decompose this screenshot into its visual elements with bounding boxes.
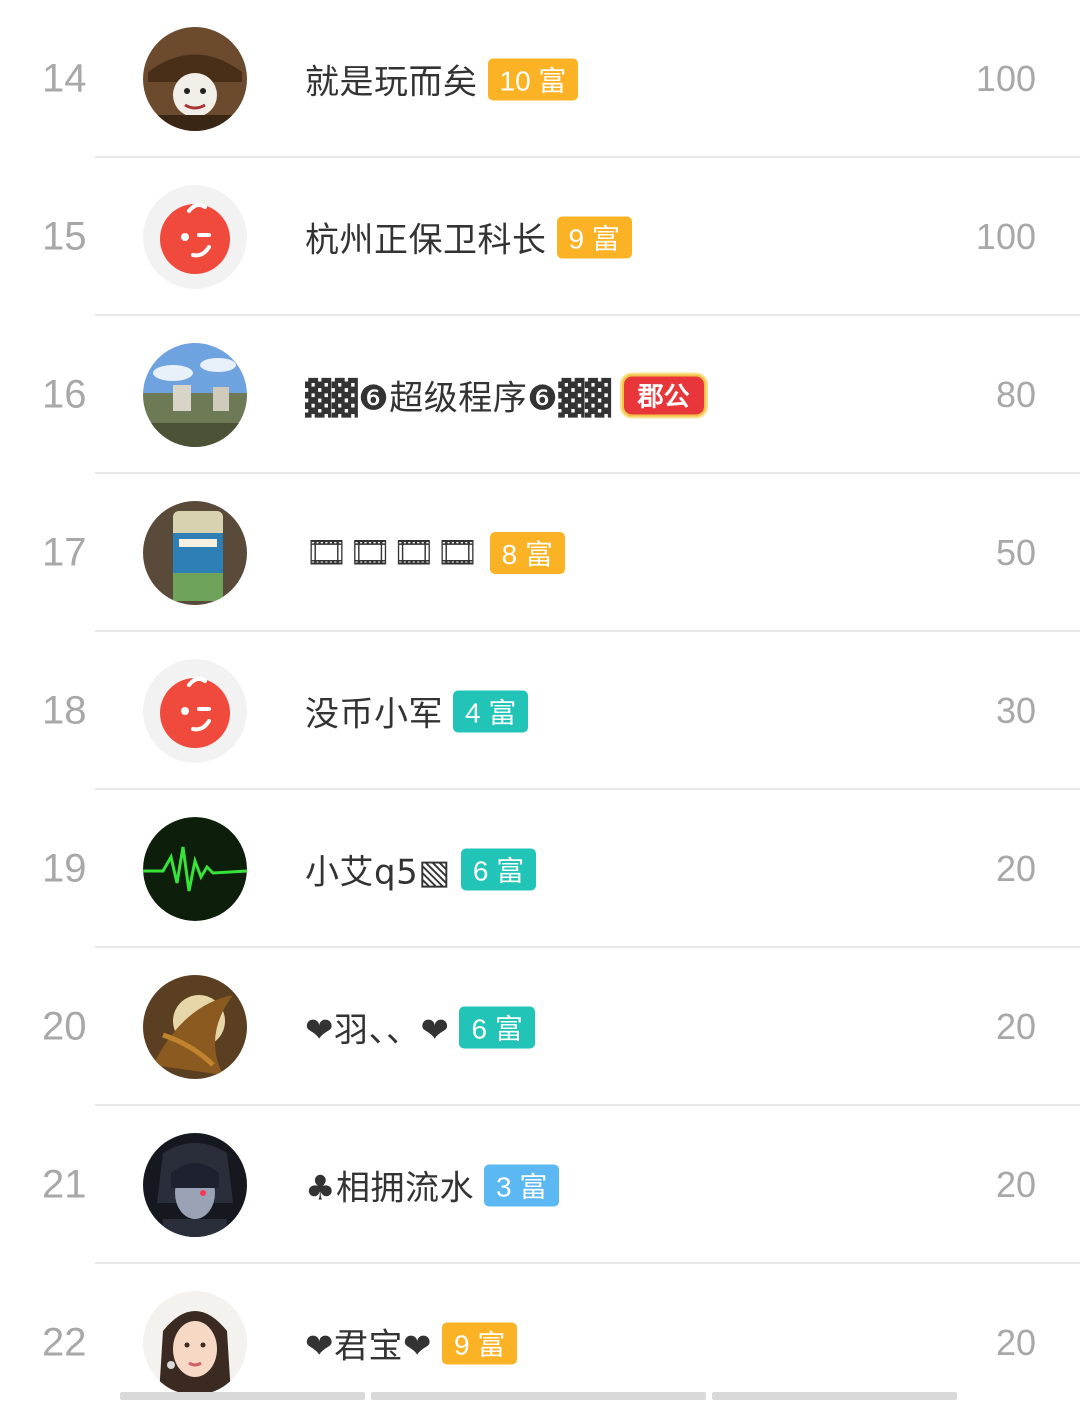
noble-badge: 郡公 (621, 374, 706, 416)
wealth-badge: 6 富 (460, 848, 537, 890)
avatar[interactable] (143, 817, 247, 921)
avatar[interactable] (143, 1291, 247, 1395)
avatar[interactable] (143, 27, 247, 131)
rank-number: 14 (42, 56, 87, 101)
name-group: ♣相拥流水 3 富 (305, 1161, 560, 1210)
user-name[interactable]: ♣相拥流水 (305, 1161, 474, 1210)
score-value: 100 (975, 216, 1036, 257)
name-group: 没币小军 4 富 (305, 687, 529, 736)
red-wink-face-icon (143, 185, 247, 289)
wealth-badge: 10 富 (487, 58, 579, 100)
avatar[interactable] (143, 1133, 247, 1237)
score-value: 50 (995, 532, 1036, 573)
avatar[interactable] (143, 343, 247, 447)
avatar[interactable] (143, 975, 247, 1079)
score-value: 30 (995, 690, 1036, 731)
name-group: 🎞🎞🎞🎞 8 富 (305, 532, 566, 574)
score-value: 80 (995, 374, 1036, 415)
score-value: 20 (995, 1006, 1036, 1047)
score-value: 100 (975, 58, 1036, 99)
user-name[interactable]: 杭州正保卫科长 (305, 213, 547, 262)
red-wink-face-icon (143, 659, 247, 763)
name-group: 杭州正保卫科长 9 富 (305, 213, 632, 262)
name-group: ❤君宝❤ 9 富 (305, 1319, 518, 1368)
list-item[interactable]: 14 就是玩而矣 10 富 100 (0, 0, 1080, 158)
wealth-badge: 9 富 (441, 1322, 518, 1364)
bottom-scroll-indicator (120, 1392, 960, 1400)
user-name[interactable]: 就是玩而矣 (305, 55, 478, 104)
user-name[interactable]: 🎞🎞🎞🎞 (305, 533, 480, 573)
rank-number: 17 (42, 530, 87, 575)
rank-number: 21 (42, 1162, 87, 1207)
list-item[interactable]: 19 小艾q5▧ 6 富 20 (0, 790, 1080, 948)
rank-number: 16 (42, 372, 87, 417)
list-item[interactable]: 17 🎞🎞🎞🎞 8 富 50 (0, 474, 1080, 632)
name-group: 小艾q5▧ 6 富 (305, 845, 537, 894)
rank-number: 19 (42, 846, 87, 891)
list-item[interactable]: 20 ❤羽、、❤ 6 富 20 (0, 948, 1080, 1106)
rank-number: 18 (42, 688, 87, 733)
score-value: 20 (995, 1164, 1036, 1205)
avatar[interactable] (143, 501, 247, 605)
name-group: ❤羽、、❤ 6 富 (305, 1003, 535, 1052)
list-item[interactable]: 15 杭州正保卫科长 9 富 100 (0, 158, 1080, 316)
wealth-badge: 4 富 (453, 690, 529, 732)
user-name[interactable]: 小艾q5▧ (305, 845, 451, 894)
user-name[interactable]: ❤君宝❤ (305, 1319, 432, 1368)
user-name[interactable]: ❤羽、、❤ (305, 1003, 449, 1052)
list-item[interactable]: 21 ♣相拥流水 3 富 20 (0, 1106, 1080, 1264)
score-value: 20 (995, 848, 1036, 889)
rank-number: 20 (42, 1004, 87, 1049)
rank-number: 22 (42, 1320, 87, 1365)
wealth-badge: 6 富 (459, 1006, 535, 1048)
rank-number: 15 (42, 214, 87, 259)
score-value: 20 (995, 1322, 1036, 1363)
avatar[interactable] (143, 659, 247, 763)
list-item[interactable]: 18 没币小军 4 富 30 (0, 632, 1080, 790)
user-name[interactable]: 没币小军 (305, 687, 443, 736)
name-group: ▓▓❻超级程序❻▓▓ 郡公 (305, 371, 706, 420)
name-group: 就是玩而矣 10 富 (305, 55, 579, 104)
list-item[interactable]: 16 ▓▓❻超级程序❻▓▓ 郡公 80 (0, 316, 1080, 474)
wealth-badge: 3 富 (483, 1164, 560, 1206)
ranking-list: 14 就是玩而矣 10 富 100 15 杭州正保卫科长 9 富 100 16 … (0, 0, 1080, 1422)
user-name[interactable]: ▓▓❻超级程序❻▓▓ (305, 371, 612, 420)
avatar[interactable] (143, 185, 247, 289)
wealth-badge: 9 富 (556, 216, 632, 258)
wealth-badge: 8 富 (489, 532, 566, 574)
